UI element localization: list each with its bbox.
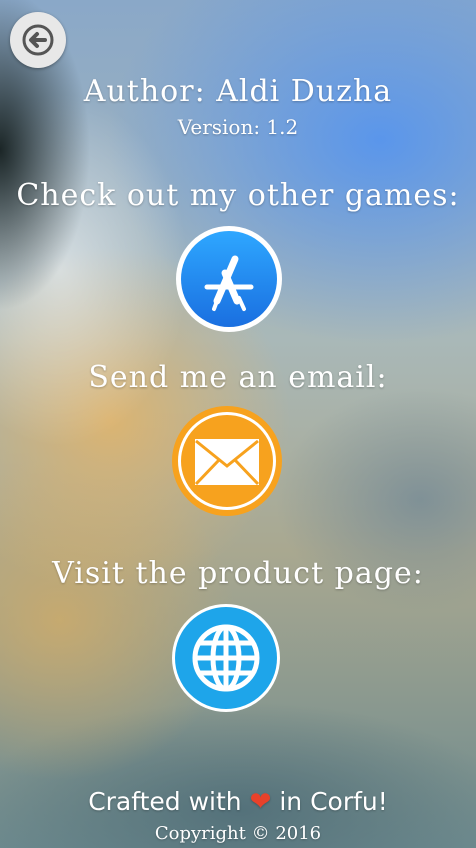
author-label: Author: Aldi Duzha	[83, 74, 393, 109]
crafted-prefix: Crafted with	[88, 787, 242, 816]
copyright-label: Copyright © 2016	[154, 823, 322, 844]
back-button[interactable]	[10, 12, 66, 68]
app-store-icon	[204, 255, 254, 311]
version-label: Version: 1.2	[177, 115, 299, 139]
product-page-button[interactable]	[172, 604, 280, 712]
envelope-icon	[194, 439, 260, 486]
email-button[interactable]	[172, 406, 282, 516]
email-label: Send me an email:	[88, 360, 388, 395]
app-store-button[interactable]	[176, 226, 282, 332]
back-arrow-icon	[22, 24, 54, 56]
crafted-suffix: in Corfu!	[279, 787, 388, 816]
product-page-label: Visit the product page:	[52, 556, 424, 591]
other-games-label: Check out my other games:	[16, 178, 460, 213]
crafted-line: Crafted with ❤ in Corfu!	[0, 787, 476, 817]
heart-icon: ❤	[249, 787, 272, 817]
globe-icon	[192, 624, 260, 692]
